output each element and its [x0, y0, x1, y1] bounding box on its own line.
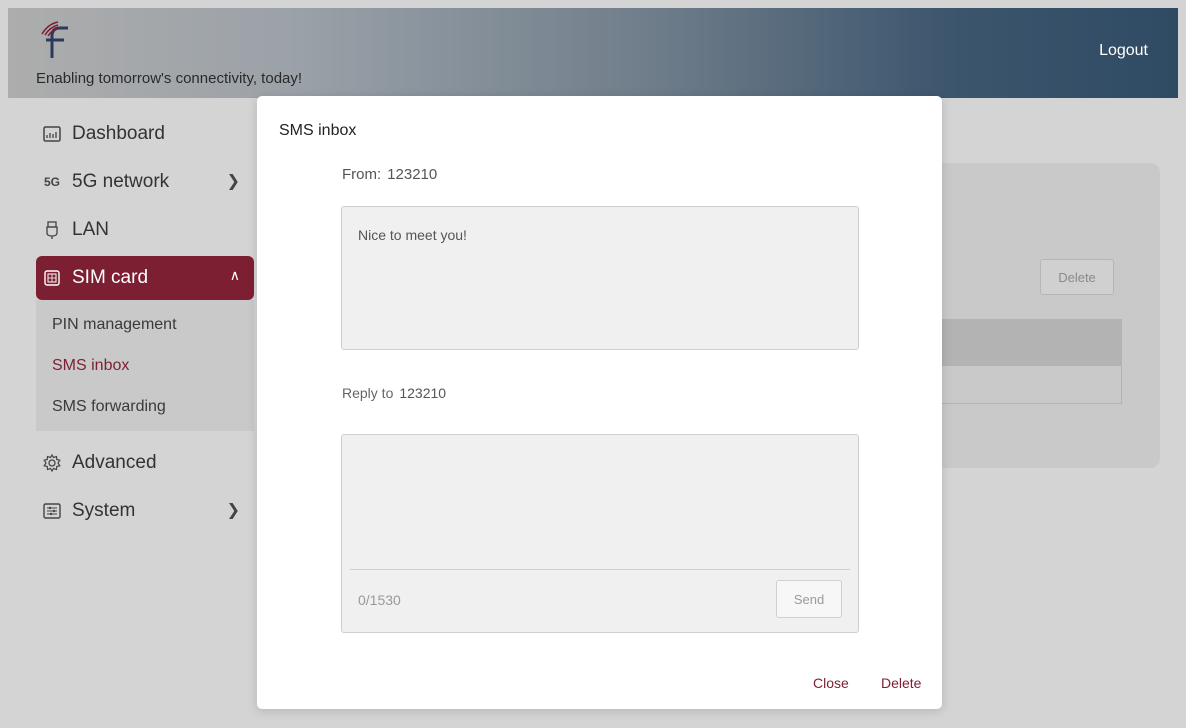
reply-composer: 0/1530 Send	[341, 434, 859, 633]
sidebar-item-system[interactable]: System ❯	[36, 489, 254, 533]
background-table-row	[940, 366, 1122, 404]
close-button[interactable]: Close	[813, 675, 849, 691]
lan-plug-icon	[42, 220, 62, 240]
composer-divider	[350, 569, 850, 570]
sidebar-item-label: LAN	[72, 219, 109, 240]
top-header: Enabling tomorrow's connectivity, today!…	[8, 8, 1178, 98]
from-line: From: 123210	[342, 166, 437, 183]
chevron-right-icon: ❯	[226, 173, 240, 190]
brand-logo	[41, 21, 68, 58]
background-table-header	[940, 319, 1122, 366]
dialog-title: SMS inbox	[279, 122, 357, 139]
logout-link[interactable]: Logout	[1099, 42, 1148, 60]
sim-card-submenu: PIN management SMS inbox SMS forwarding	[36, 300, 254, 431]
send-button[interactable]: Send	[776, 580, 842, 618]
sidebar-item-label: System	[72, 500, 136, 521]
sidebar-item-label: Dashboard	[72, 123, 165, 144]
chevron-up-icon: ∧	[229, 267, 240, 283]
sidebar-item-label: 5G network	[72, 171, 170, 192]
sidebar-item-5g-network[interactable]: 5G 5G network ❯	[36, 160, 254, 204]
reply-to-line: Reply to 123210	[342, 385, 446, 401]
system-settings-icon	[42, 501, 62, 521]
chevron-right-icon: ❯	[226, 502, 240, 519]
from-number: 123210	[387, 166, 438, 183]
brand-tagline: Enabling tomorrow's connectivity, today!	[36, 70, 303, 87]
sidebar-subitem-pin-management[interactable]: PIN management	[36, 304, 254, 345]
sidebar-subitem-sms-inbox[interactable]: SMS inbox	[36, 345, 254, 386]
from-label: From:	[342, 166, 382, 183]
reply-to-number: 123210	[399, 385, 447, 401]
sidebar-item-dashboard[interactable]: Dashboard	[36, 112, 254, 156]
sidebar-item-lan[interactable]: LAN	[36, 208, 254, 252]
background-content-card	[930, 163, 1160, 468]
sidebar-item-advanced[interactable]: Advanced	[36, 441, 254, 485]
gear-icon	[42, 453, 62, 473]
sidebar-subitem-sms-forwarding[interactable]: SMS forwarding	[36, 386, 254, 427]
sidebar-item-sim-card[interactable]: SIM card ∧	[36, 256, 254, 300]
dashboard-icon	[42, 124, 62, 144]
5g-icon: 5G	[43, 175, 60, 189]
sidebar-item-label: SIM card	[72, 267, 149, 288]
sidebar-nav: Dashboard 5G 5G network ❯ LAN SIM card ∧…	[36, 112, 254, 537]
reply-to-label: Reply to	[342, 385, 394, 401]
sim-card-icon	[42, 268, 62, 288]
sidebar-item-label: Advanced	[72, 452, 157, 473]
reply-input[interactable]	[342, 435, 858, 569]
delete-button[interactable]: Delete	[881, 675, 921, 691]
character-counter: 0/1530	[358, 592, 401, 608]
sms-inbox-dialog: SMS inbox From: 123210 Nice to meet you! …	[257, 96, 942, 709]
background-delete-button[interactable]: Delete	[1040, 259, 1114, 295]
message-body: Nice to meet you!	[341, 206, 859, 350]
